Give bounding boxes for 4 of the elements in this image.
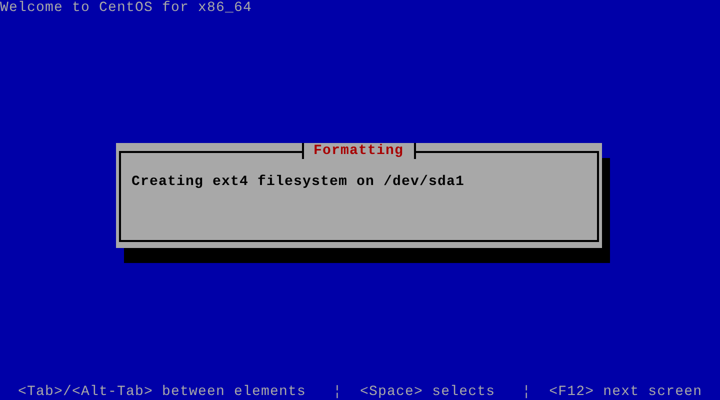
status-message: Creating ext4 filesystem on /dev/sda1	[132, 174, 465, 190]
keyboard-help-text: <Tab>/<Alt-Tab> between elements ¦ <Space> selects ¦ <F12> next screen	[17, 384, 704, 400]
dialog-title: Formatting	[302, 143, 416, 159]
screen-title: Welcome to CentOS for x86_64	[0, 0, 254, 16]
